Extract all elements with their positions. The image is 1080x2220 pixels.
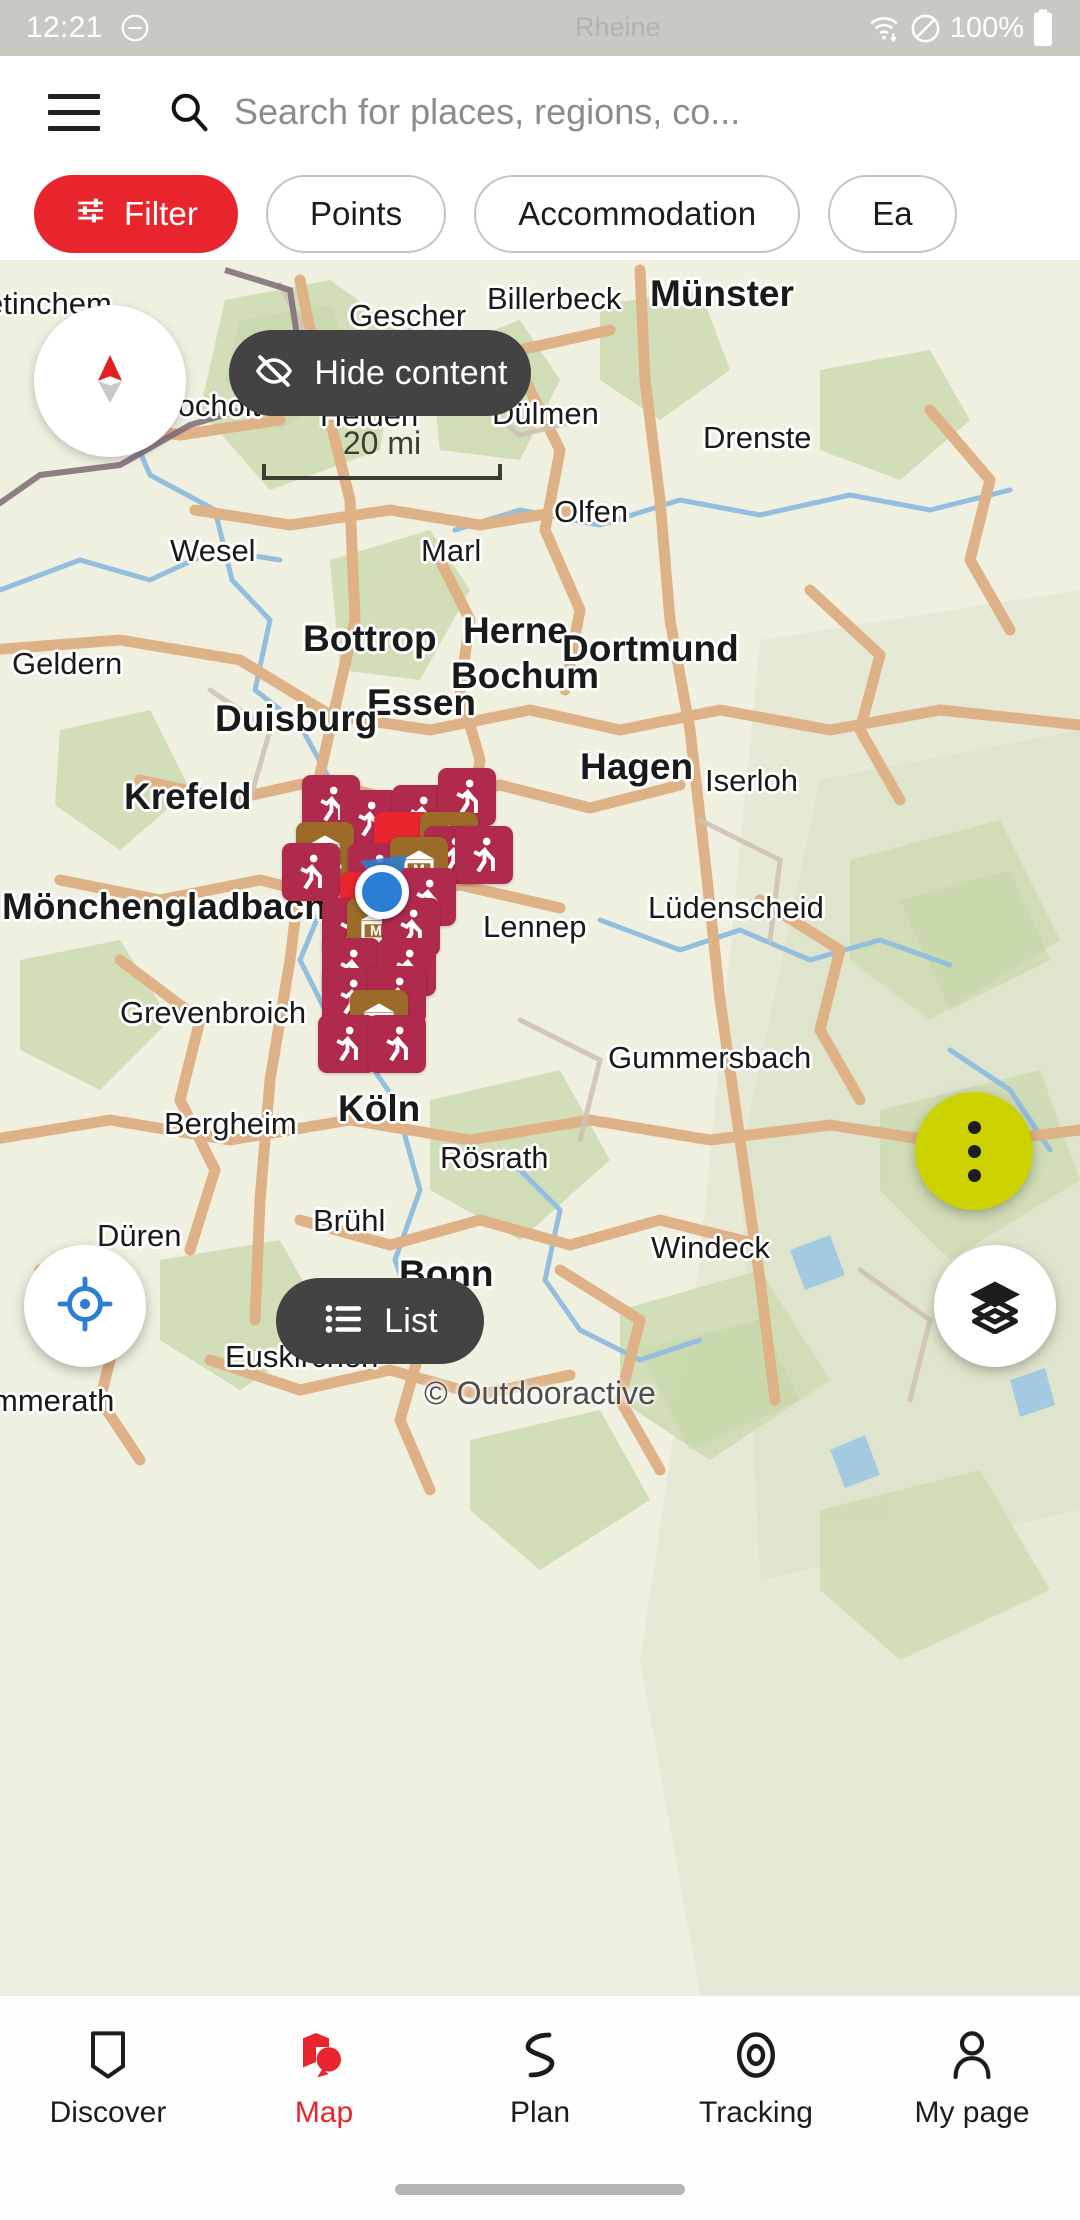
search-row (0, 56, 1080, 168)
gesture-bar-area (0, 2159, 1080, 2220)
chip-eat[interactable]: Ea (828, 175, 957, 253)
route-icon (518, 2028, 562, 2082)
user-location-dot (355, 865, 409, 919)
poi-marker-hiking[interactable] (455, 826, 513, 884)
nav-item-discover[interactable]: Discover (0, 1996, 216, 2160)
nav-item-tracking[interactable]: Tracking (648, 1996, 864, 2160)
hide-content-button[interactable]: Hide content (229, 330, 531, 416)
do-not-disturb-icon (119, 12, 151, 44)
map-search-icon (298, 2028, 350, 2082)
battery-full-icon (1032, 9, 1054, 47)
bookmark-icon (84, 2028, 132, 2082)
filter-sliders-icon (74, 194, 107, 235)
status-bar: Rheine 12:21 100% (0, 0, 1080, 56)
map-view[interactable]: etinchemGescherBillerbeckMünsterBocholtH… (0, 260, 1080, 1995)
list-icon (322, 1298, 364, 1345)
status-time: 12:21 (26, 11, 103, 44)
battery-percent: 100% (949, 11, 1024, 44)
search-input[interactable] (234, 91, 1080, 133)
wifi-icon (867, 12, 901, 44)
search-icon (166, 89, 212, 135)
filter-chip-row[interactable]: Filter Points Accommodation Ea (0, 168, 1080, 260)
crosshair-locate-icon (56, 1275, 114, 1338)
nav-item-my-page-label: My page (914, 2095, 1030, 2129)
locate-me-button[interactable] (24, 1245, 146, 1367)
target-icon (730, 2028, 782, 2082)
nav-item-map-label: Map (294, 2095, 354, 2129)
bottom-navigation[interactable]: Discover Map Plan Tracking My page (0, 1995, 1080, 2159)
nav-item-my-page[interactable]: My page (864, 1996, 1080, 2160)
poi-marker-hiking[interactable] (368, 1015, 426, 1073)
eye-slash-icon (252, 349, 296, 398)
map-canvas (0, 260, 1080, 1995)
ghost-map-label: Rheine (575, 12, 661, 42)
list-view-button[interactable]: List (276, 1278, 484, 1364)
poi-marker-hiking[interactable] (282, 843, 340, 901)
nav-item-plan-label: Plan (509, 2095, 571, 2129)
chip-points[interactable]: Points (265, 175, 447, 253)
nav-item-discover-label: Discover (49, 2095, 167, 2129)
map-layers-icon (965, 1274, 1025, 1339)
list-view-label: List (384, 1301, 438, 1340)
nav-item-tracking-label: Tracking (699, 2095, 813, 2129)
hide-content-label: Hide content (314, 353, 508, 392)
person-icon (948, 2028, 996, 2082)
chip-eat-label: Ea (872, 195, 913, 232)
chip-filter-label: Filter (124, 195, 198, 232)
no-sound-icon (909, 12, 942, 45)
compass-button[interactable] (34, 305, 186, 457)
three-dots-vertical-icon (967, 1120, 981, 1182)
nav-item-map[interactable]: Map (216, 1996, 432, 2160)
chip-points-label: Points (309, 195, 403, 232)
chip-accommodation-label: Accommodation (518, 195, 757, 232)
compass-needle-icon (73, 342, 147, 421)
map-layers-button[interactable] (934, 1245, 1056, 1367)
map-more-options-button[interactable] (915, 1092, 1033, 1210)
chip-accommodation[interactable]: Accommodation (474, 175, 801, 253)
chip-filter[interactable]: Filter (34, 175, 238, 253)
gesture-bar[interactable] (395, 2184, 685, 2195)
search-header: Filter Points Accommodation Ea (0, 56, 1080, 260)
hamburger-menu-icon[interactable] (26, 56, 122, 168)
nav-item-plan[interactable]: Plan (432, 1996, 648, 2160)
